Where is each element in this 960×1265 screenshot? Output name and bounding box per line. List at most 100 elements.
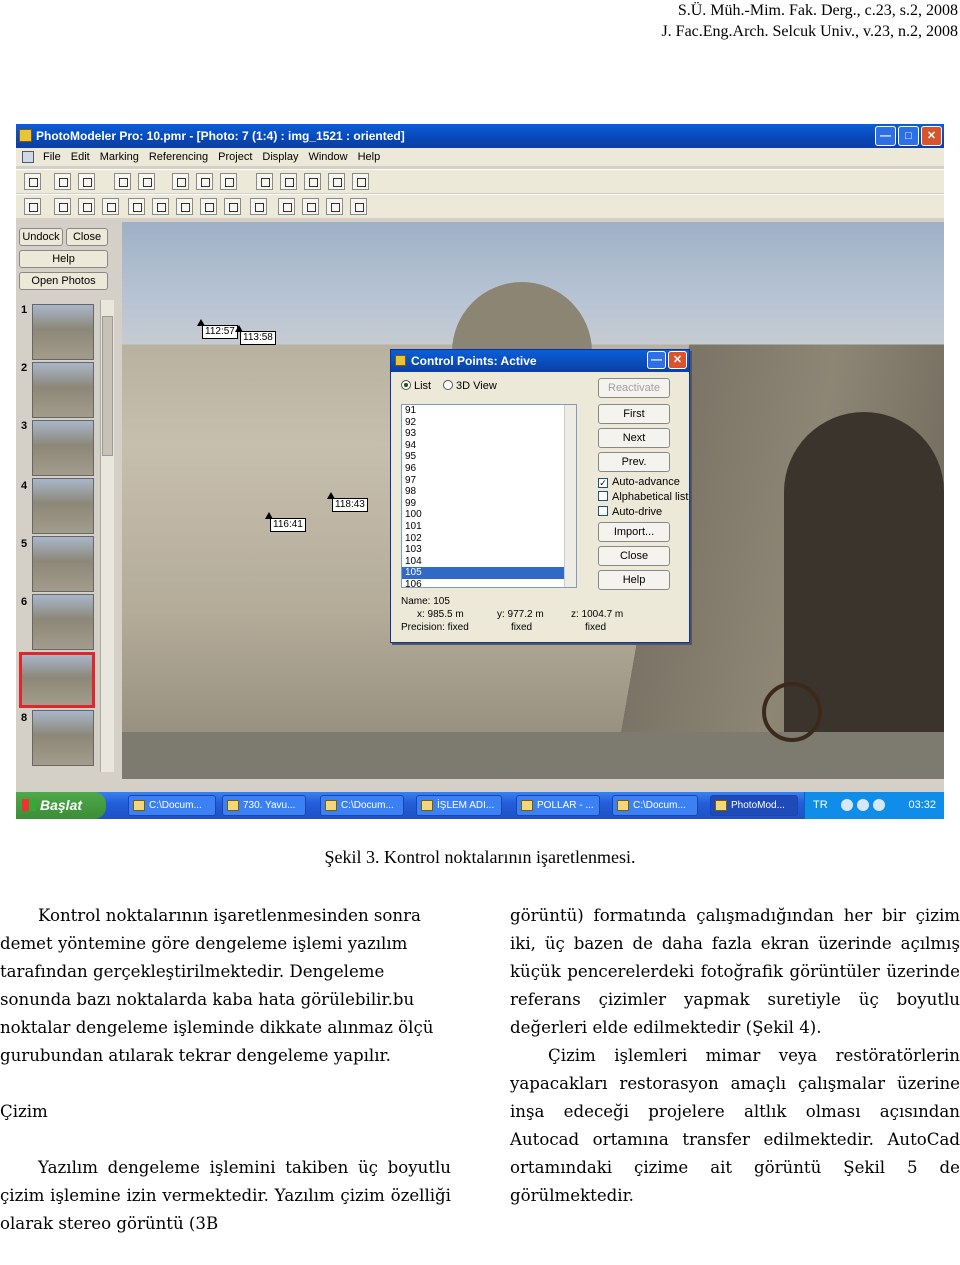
- list-item[interactable]: 102: [402, 533, 576, 545]
- 3d-view-radio[interactable]: 3D View: [443, 380, 497, 392]
- reference-icon[interactable]: [224, 198, 241, 215]
- menu-referencing[interactable]: Referencing: [144, 148, 213, 166]
- taskbar-item[interactable]: 730. Yavu...: [222, 795, 306, 816]
- list-item[interactable]: 101: [402, 521, 576, 533]
- tray-icon[interactable]: [857, 799, 869, 811]
- list-item[interactable]: 103: [402, 544, 576, 556]
- control-point-marker[interactable]: 116:41: [265, 512, 306, 532]
- language-indicator[interactable]: TR: [813, 792, 828, 819]
- pencil-icon[interactable]: [200, 198, 217, 215]
- mark-point-icon[interactable]: [54, 198, 71, 215]
- open-photos-button[interactable]: Open Photos: [19, 272, 108, 290]
- control-point-marker[interactable]: 112:57: [197, 319, 238, 339]
- fit-icon[interactable]: [256, 173, 273, 190]
- list-item[interactable]: 95: [402, 451, 576, 463]
- panel-help-button[interactable]: Help: [19, 250, 108, 268]
- zoom-region-icon[interactable]: [328, 173, 345, 190]
- photo-thumbnail[interactable]: [32, 420, 94, 476]
- list-item[interactable]: 91: [402, 405, 576, 417]
- photo-view[interactable]: 112:57 113:58 118:43 116:41 Control Poin…: [122, 222, 944, 779]
- open-folder-icon[interactable]: [54, 173, 71, 190]
- list-item[interactable]: 92: [402, 417, 576, 429]
- taskbar-item-active[interactable]: PhotoMod...: [710, 795, 798, 816]
- line-icon[interactable]: [78, 198, 95, 215]
- taskbar-item[interactable]: POLLAR - ...: [516, 795, 600, 816]
- dialog-close-text-button[interactable]: Close: [598, 546, 670, 566]
- panel-close-button[interactable]: Close: [66, 228, 108, 246]
- table-icon[interactable]: [196, 173, 213, 190]
- save-icon[interactable]: [78, 173, 95, 190]
- photo-thumbnail[interactable]: [32, 536, 94, 592]
- photo-thumbnail[interactable]: [32, 478, 94, 534]
- list-radio[interactable]: List: [401, 380, 431, 392]
- control-point-list[interactable]: 91 92 93 94 95 96 97 98 99 100 101 102 1…: [401, 404, 577, 588]
- menu-help[interactable]: Help: [353, 148, 386, 166]
- curve-icon[interactable]: [152, 198, 169, 215]
- dialog-help-button[interactable]: Help: [598, 570, 670, 590]
- reactivate-button[interactable]: Reactivate: [598, 378, 670, 398]
- photo-thumbnail[interactable]: [32, 710, 94, 766]
- run-icon[interactable]: [278, 198, 295, 215]
- menu-display[interactable]: Display: [257, 148, 303, 166]
- tools-icon[interactable]: [350, 198, 367, 215]
- start-button[interactable]: Başlat: [16, 792, 106, 819]
- taskbar-item[interactable]: C:\Docum...: [320, 795, 404, 816]
- grid-view-icon[interactable]: [114, 173, 131, 190]
- menu-file[interactable]: File: [38, 148, 66, 166]
- list-item[interactable]: 98: [402, 486, 576, 498]
- auto-advance-checkbox[interactable]: ✓ Auto-advance: [598, 476, 680, 488]
- lock-icon[interactable]: [326, 198, 343, 215]
- prev-button[interactable]: Prev.: [598, 452, 670, 472]
- zoom-in-icon[interactable]: [304, 173, 321, 190]
- maximize-button[interactable]: □: [898, 126, 919, 146]
- photo-thumbnail[interactable]: [32, 362, 94, 418]
- photo-thumbnail[interactable]: [32, 594, 94, 650]
- list-item-selected[interactable]: 105: [402, 567, 576, 579]
- new-file-icon[interactable]: [24, 173, 41, 190]
- control-point-marker[interactable]: 113:58: [235, 325, 276, 345]
- dialog-close-button[interactable]: ✕: [668, 351, 687, 369]
- menu-marking[interactable]: Marking: [95, 148, 144, 166]
- import-button[interactable]: Import...: [598, 522, 670, 542]
- cylinder-icon[interactable]: [128, 198, 145, 215]
- photo-thumbnail-selected[interactable]: [19, 652, 95, 708]
- taskbar-item[interactable]: İŞLEM ADI...: [416, 795, 502, 816]
- minimize-button[interactable]: —: [875, 126, 896, 146]
- tray-icon[interactable]: [873, 799, 885, 811]
- pan-hand-icon[interactable]: [352, 173, 369, 190]
- list-item[interactable]: 97: [402, 475, 576, 487]
- menu-window[interactable]: Window: [303, 148, 352, 166]
- dialog-minimize-button[interactable]: —: [647, 351, 666, 369]
- list-item[interactable]: 93: [402, 428, 576, 440]
- photo-thumbnail[interactable]: [32, 304, 94, 360]
- thumbnail-scrollbar[interactable]: [100, 300, 114, 772]
- auto-drive-checkbox[interactable]: Auto-drive: [598, 506, 662, 518]
- list-scrollbar[interactable]: [564, 405, 576, 587]
- first-button[interactable]: First: [598, 404, 670, 424]
- edge-icon[interactable]: [102, 198, 119, 215]
- zoom-out-icon[interactable]: [280, 173, 297, 190]
- undock-button[interactable]: Undock: [19, 228, 63, 246]
- measure-icon[interactable]: [302, 198, 319, 215]
- taskbar-item[interactable]: C:\Docum...: [128, 795, 216, 816]
- alphabetical-checkbox[interactable]: Alphabetical list: [598, 491, 688, 503]
- table-2-icon[interactable]: [220, 173, 237, 190]
- surface-icon[interactable]: [176, 198, 193, 215]
- taskbar-item[interactable]: C:\Docum...: [612, 795, 698, 816]
- photo-icon[interactable]: [172, 173, 189, 190]
- close-window-button[interactable]: ✕: [921, 126, 942, 146]
- menu-edit[interactable]: Edit: [66, 148, 95, 166]
- list-item[interactable]: 99: [402, 498, 576, 510]
- control-point-marker[interactable]: 118:43: [327, 492, 368, 512]
- link-icon[interactable]: [138, 173, 155, 190]
- list-item[interactable]: 100: [402, 509, 576, 521]
- list-item[interactable]: 94: [402, 440, 576, 452]
- control-point-icon[interactable]: [250, 198, 267, 215]
- list-item[interactable]: 106: [402, 579, 576, 587]
- next-button[interactable]: Next: [598, 428, 670, 448]
- list-item[interactable]: 104: [402, 556, 576, 568]
- list-item[interactable]: 96: [402, 463, 576, 475]
- tray-icon[interactable]: [841, 799, 853, 811]
- menu-project[interactable]: Project: [213, 148, 257, 166]
- pointer-icon[interactable]: [24, 198, 41, 215]
